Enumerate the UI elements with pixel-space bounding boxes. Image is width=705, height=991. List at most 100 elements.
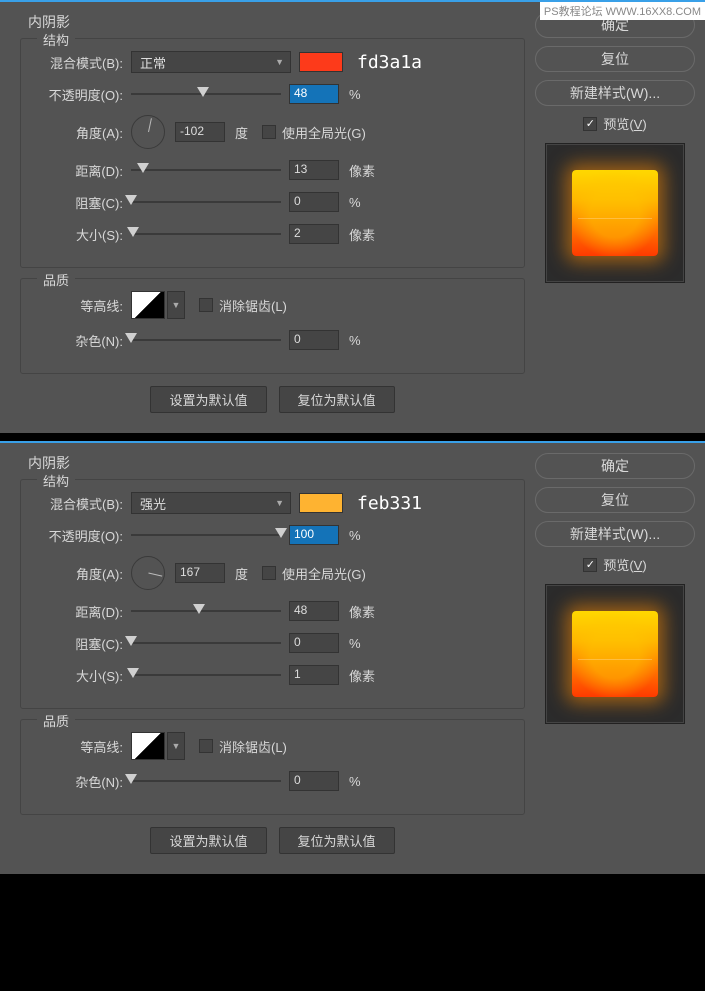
new-style-button[interactable]: 新建样式(W)...: [535, 80, 695, 106]
preview-checkbox[interactable]: [583, 558, 597, 572]
size-input[interactable]: 2: [289, 224, 339, 244]
angle-label: 角度(A):: [31, 123, 123, 142]
opacity-input[interactable]: 100: [289, 525, 339, 545]
global-light-checkbox[interactable]: [262, 125, 276, 139]
unit-label: 度: [235, 123, 248, 142]
contour-label: 等高线:: [31, 296, 123, 315]
preview-label: 预览(V): [603, 555, 646, 574]
size-slider[interactable]: [131, 664, 281, 686]
make-default-button[interactable]: 设置为默认值: [150, 386, 266, 413]
size-input[interactable]: 1: [289, 665, 339, 685]
layer-style-panel: 内阴影结构混合模式(B):强光▼feb331不透明度(O):100%角度(A):…: [0, 441, 705, 874]
global-light-checkbox[interactable]: [262, 566, 276, 580]
preview-thumbnail: [545, 143, 685, 283]
unit-label: %: [349, 528, 361, 543]
ok-button[interactable]: 确定: [535, 453, 695, 479]
opacity-label: 不透明度(O):: [31, 85, 123, 104]
antialias-checkbox[interactable]: [199, 739, 213, 753]
unit-label: 度: [235, 564, 248, 583]
unit-label: 像素: [349, 225, 375, 244]
structure-legend: 结构: [37, 30, 75, 49]
unit-label: %: [349, 636, 361, 651]
reset-default-button[interactable]: 复位为默认值: [279, 827, 395, 854]
new-style-button[interactable]: 新建样式(W)...: [535, 521, 695, 547]
choke-label: 阻塞(C):: [31, 634, 123, 653]
choke-input[interactable]: 0: [289, 192, 339, 212]
distance-label: 距离(D):: [31, 602, 123, 621]
blend-color-swatch[interactable]: [299, 52, 343, 72]
antialias-label: 消除锯齿(L): [219, 737, 287, 756]
distance-input[interactable]: 48: [289, 601, 339, 621]
opacity-input[interactable]: 48: [289, 84, 339, 104]
preview-icon: [572, 611, 658, 697]
angle-dial[interactable]: [131, 115, 165, 149]
angle-input[interactable]: 167: [175, 563, 225, 583]
noise-label: 杂色(N):: [31, 772, 123, 791]
contour-dropdown[interactable]: ▼: [167, 291, 185, 319]
distance-input[interactable]: 13: [289, 160, 339, 180]
noise-label: 杂色(N):: [31, 331, 123, 350]
noise-slider[interactable]: [131, 770, 281, 792]
distance-label: 距离(D):: [31, 161, 123, 180]
noise-slider[interactable]: [131, 329, 281, 351]
contour-swatch[interactable]: [131, 291, 165, 319]
effect-title: 内阴影: [28, 453, 525, 473]
choke-slider[interactable]: [131, 191, 281, 213]
choke-slider[interactable]: [131, 632, 281, 654]
size-label: 大小(S):: [31, 666, 123, 685]
opacity-slider[interactable]: [131, 524, 281, 546]
watermark: PS教程论坛 WWW.16XX8.COM: [540, 2, 705, 20]
effect-title: 内阴影: [28, 12, 525, 32]
blend-mode-label: 混合模式(B):: [31, 494, 123, 513]
unit-label: 像素: [349, 602, 375, 621]
quality-legend: 品质: [37, 711, 75, 730]
global-light-label: 使用全局光(G): [282, 123, 366, 142]
preview-checkbox[interactable]: [583, 117, 597, 131]
structure-legend: 结构: [37, 471, 75, 490]
choke-input[interactable]: 0: [289, 633, 339, 653]
structure-group: 结构混合模式(B):正常▼fd3a1a不透明度(O):48%角度(A):-102…: [20, 38, 525, 268]
unit-label: %: [349, 774, 361, 789]
blend-mode-select[interactable]: 正常▼: [131, 51, 291, 73]
reset-button[interactable]: 复位: [535, 46, 695, 72]
size-slider[interactable]: [131, 223, 281, 245]
layer-style-panel: PS教程论坛 WWW.16XX8.COM内阴影结构混合模式(B):正常▼fd3a…: [0, 0, 705, 433]
unit-label: %: [349, 333, 361, 348]
unit-label: 像素: [349, 666, 375, 685]
contour-dropdown[interactable]: ▼: [167, 732, 185, 760]
noise-input[interactable]: 0: [289, 771, 339, 791]
contour-swatch[interactable]: [131, 732, 165, 760]
quality-group: 品质等高线:▼消除锯齿(L)杂色(N):0%: [20, 719, 525, 815]
chevron-down-icon: ▼: [275, 57, 284, 67]
color-annotation: feb331: [357, 493, 422, 514]
opacity-slider[interactable]: [131, 83, 281, 105]
preview-icon: [572, 170, 658, 256]
global-light-label: 使用全局光(G): [282, 564, 366, 583]
size-label: 大小(S):: [31, 225, 123, 244]
distance-slider[interactable]: [131, 159, 281, 181]
contour-label: 等高线:: [31, 737, 123, 756]
distance-slider[interactable]: [131, 600, 281, 622]
reset-button[interactable]: 复位: [535, 487, 695, 513]
noise-input[interactable]: 0: [289, 330, 339, 350]
quality-legend: 品质: [37, 270, 75, 289]
unit-label: 像素: [349, 161, 375, 180]
blend-mode-select[interactable]: 强光▼: [131, 492, 291, 514]
blend-color-swatch[interactable]: [299, 493, 343, 513]
antialias-checkbox[interactable]: [199, 298, 213, 312]
angle-dial[interactable]: [131, 556, 165, 590]
chevron-down-icon: ▼: [275, 498, 284, 508]
structure-group: 结构混合模式(B):强光▼feb331不透明度(O):100%角度(A):167…: [20, 479, 525, 709]
preview-label: 预览(V): [603, 114, 646, 133]
make-default-button[interactable]: 设置为默认值: [150, 827, 266, 854]
angle-input[interactable]: -102: [175, 122, 225, 142]
unit-label: %: [349, 87, 361, 102]
reset-default-button[interactable]: 复位为默认值: [279, 386, 395, 413]
unit-label: %: [349, 195, 361, 210]
choke-label: 阻塞(C):: [31, 193, 123, 212]
color-annotation: fd3a1a: [357, 52, 422, 73]
preview-thumbnail: [545, 584, 685, 724]
antialias-label: 消除锯齿(L): [219, 296, 287, 315]
opacity-label: 不透明度(O):: [31, 526, 123, 545]
quality-group: 品质等高线:▼消除锯齿(L)杂色(N):0%: [20, 278, 525, 374]
